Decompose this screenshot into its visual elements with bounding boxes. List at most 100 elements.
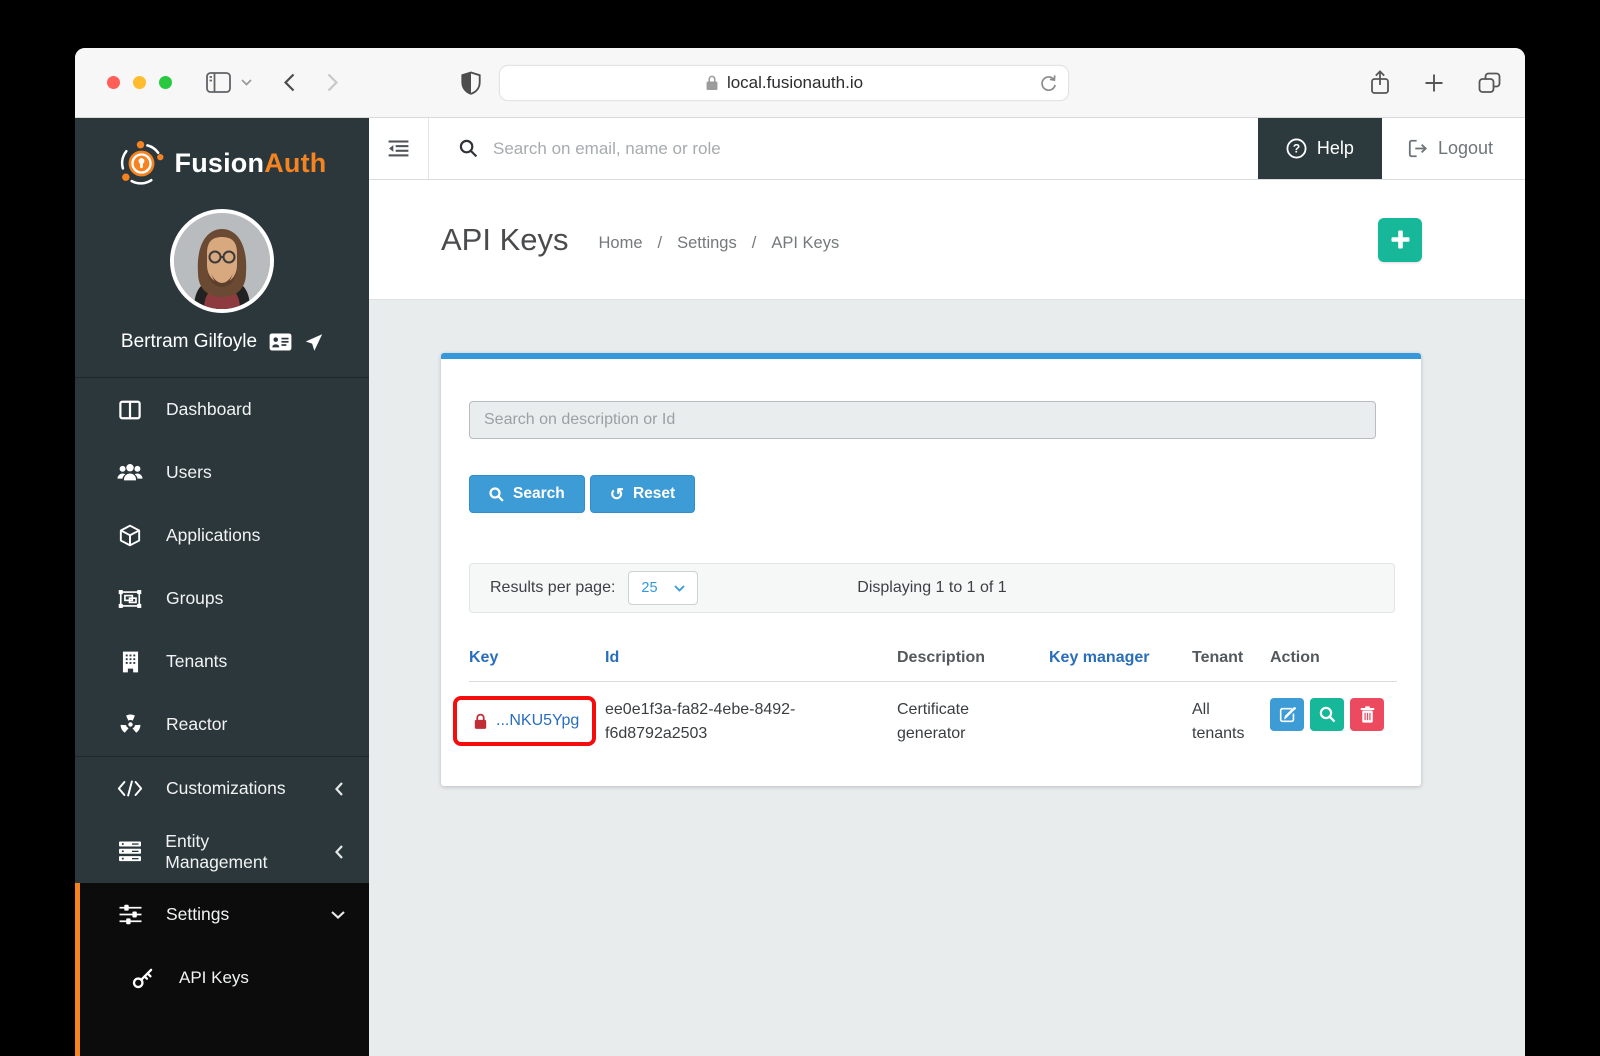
search-icon <box>489 487 504 502</box>
logout-button[interactable]: Logout <box>1382 118 1519 179</box>
page-title: API Keys <box>441 222 569 258</box>
column-header-key[interactable]: Key <box>469 649 605 667</box>
close-window-button[interactable] <box>107 76 120 89</box>
back-button[interactable] <box>284 73 295 92</box>
content-area: Search ↺ Reset Results per page: 25 <box>369 300 1525 1056</box>
collapse-sidebar-icon[interactable] <box>369 118 429 179</box>
building-icon <box>117 651 143 673</box>
sidebar-item-groups[interactable]: Groups <box>75 567 369 630</box>
object-group-icon <box>117 589 143 609</box>
sidebar-item-dashboard[interactable]: Dashboard <box>75 378 369 441</box>
sidebar-item-tenants[interactable]: Tenants <box>75 630 369 693</box>
send-icon[interactable] <box>304 333 323 352</box>
tab-overview-icon[interactable] <box>1478 72 1501 94</box>
sidebar-item-entity-management[interactable]: Entity Management <box>75 820 369 883</box>
sidebar-item-customizations[interactable]: Customizations <box>75 757 369 820</box>
api-keys-panel: Search ↺ Reset Results per page: 25 <box>441 353 1421 786</box>
sidebar-item-label: Groups <box>166 588 223 609</box>
sidebar-item-applications[interactable]: Applications <box>75 504 369 567</box>
key-annotation-box: ...NKU5Ypg <box>453 696 596 746</box>
chevron-left-icon <box>335 782 343 796</box>
address-bar[interactable]: local.fusionauth.io <box>499 65 1069 101</box>
results-per-page-select[interactable]: 25 <box>628 571 697 605</box>
column-header-tenant: Tenant <box>1192 649 1270 667</box>
key-link[interactable]: ...NKU5Ypg <box>496 709 579 733</box>
lock-icon <box>474 713 487 730</box>
results-bar: Results per page: 25 Displaying 1 to 1 o… <box>469 563 1395 613</box>
column-header-id[interactable]: Id <box>605 649 897 667</box>
view-key-button[interactable] <box>1310 698 1344 731</box>
global-search[interactable] <box>429 118 1258 179</box>
api-keys-table: Key Id Description Key manager Tenant Ac… <box>469 639 1397 746</box>
column-header-description: Description <box>897 649 1049 667</box>
sidebar-item-label: Applications <box>166 525 260 546</box>
chevron-down-icon <box>331 911 345 919</box>
page-header: API Keys Home / Settings / API Keys <box>369 180 1525 300</box>
row-actions <box>1270 698 1398 731</box>
breadcrumb-separator: / <box>658 234 663 253</box>
sidebar-item-label: Users <box>166 462 212 483</box>
sidebar-header: FusionAuth <box>75 118 369 377</box>
add-api-key-button[interactable] <box>1378 218 1422 262</box>
forward-button[interactable] <box>327 73 338 92</box>
browser-window: local.fusionauth.io <box>75 48 1525 1056</box>
window-controls <box>107 76 172 89</box>
trash-icon <box>1360 706 1375 723</box>
breadcrumb-settings[interactable]: Settings <box>677 234 737 253</box>
privacy-shield-icon[interactable] <box>460 70 482 96</box>
search-button[interactable]: Search <box>469 475 585 513</box>
column-header-key-manager[interactable]: Key manager <box>1049 649 1192 667</box>
sidebar-item-reactor[interactable]: Reactor <box>75 693 369 756</box>
sidebar-menu-chevron-icon[interactable] <box>241 79 252 86</box>
results-per-page-label: Results per page: <box>490 579 615 597</box>
column-header-action: Action <box>1270 649 1397 667</box>
sidebar-settings-section: Settings API Keys <box>75 883 369 1056</box>
delete-key-button[interactable] <box>1350 698 1384 731</box>
question-circle-icon: ? <box>1286 138 1307 159</box>
sidebar-item-label: Entity Management <box>165 831 312 873</box>
https-lock-icon <box>705 74 719 92</box>
breadcrumb-home[interactable]: Home <box>599 234 643 253</box>
cube-icon <box>117 524 143 547</box>
global-search-input[interactable] <box>493 139 972 159</box>
minimize-window-button[interactable] <box>133 76 146 89</box>
undo-icon: ↺ <box>610 486 624 503</box>
key-tenant: All tenants <box>1192 698 1270 746</box>
help-button[interactable]: ? Help <box>1258 118 1382 179</box>
table-header-row: Key Id Description Key manager Tenant Ac… <box>469 639 1397 682</box>
search-icon <box>1319 706 1336 723</box>
breadcrumb: Home / Settings / API Keys <box>599 234 840 253</box>
refresh-icon[interactable] <box>1040 74 1057 93</box>
breadcrumb-separator: / <box>752 234 757 253</box>
logo-fusion-text: Fusion <box>175 148 265 178</box>
sidebar: FusionAuth <box>75 118 369 1056</box>
new-tab-icon[interactable] <box>1424 73 1444 93</box>
sliders-icon <box>117 904 143 925</box>
zoom-window-button[interactable] <box>159 76 172 89</box>
app-topbar: ? Help Logout <box>369 118 1525 180</box>
edit-key-button[interactable] <box>1270 698 1304 731</box>
code-icon <box>117 780 143 797</box>
edit-icon <box>1279 706 1296 723</box>
sidebar-toggle-icon[interactable] <box>206 72 231 93</box>
logo-auth-text: Auth <box>264 148 326 178</box>
sidebar-item-api-keys[interactable]: API Keys <box>80 946 369 1009</box>
key-description: Certificate generator <box>897 698 1049 746</box>
chevron-down-icon <box>674 585 685 592</box>
browser-toolbar: local.fusionauth.io <box>75 48 1525 118</box>
share-icon[interactable] <box>1370 70 1390 95</box>
search-icon <box>459 139 478 158</box>
id-card-icon[interactable] <box>269 333 292 351</box>
sidebar-item-label: Customizations <box>166 778 286 799</box>
dashboard-icon <box>117 400 143 420</box>
help-label: Help <box>1317 138 1354 159</box>
fusionauth-logo-icon <box>118 140 165 187</box>
sidebar-item-users[interactable]: Users <box>75 441 369 504</box>
api-key-search-input[interactable] <box>469 401 1376 439</box>
radiation-icon <box>117 713 143 736</box>
sidebar-item-label: Dashboard <box>166 399 252 420</box>
sidebar-item-label: API Keys <box>179 968 249 988</box>
reset-button[interactable]: ↺ Reset <box>590 475 695 513</box>
sidebar-item-settings[interactable]: Settings <box>80 883 369 946</box>
table-row: ...NKU5Ypg ee0e1f3a-fa82-4ebe-8492-f6d87… <box>469 682 1397 746</box>
